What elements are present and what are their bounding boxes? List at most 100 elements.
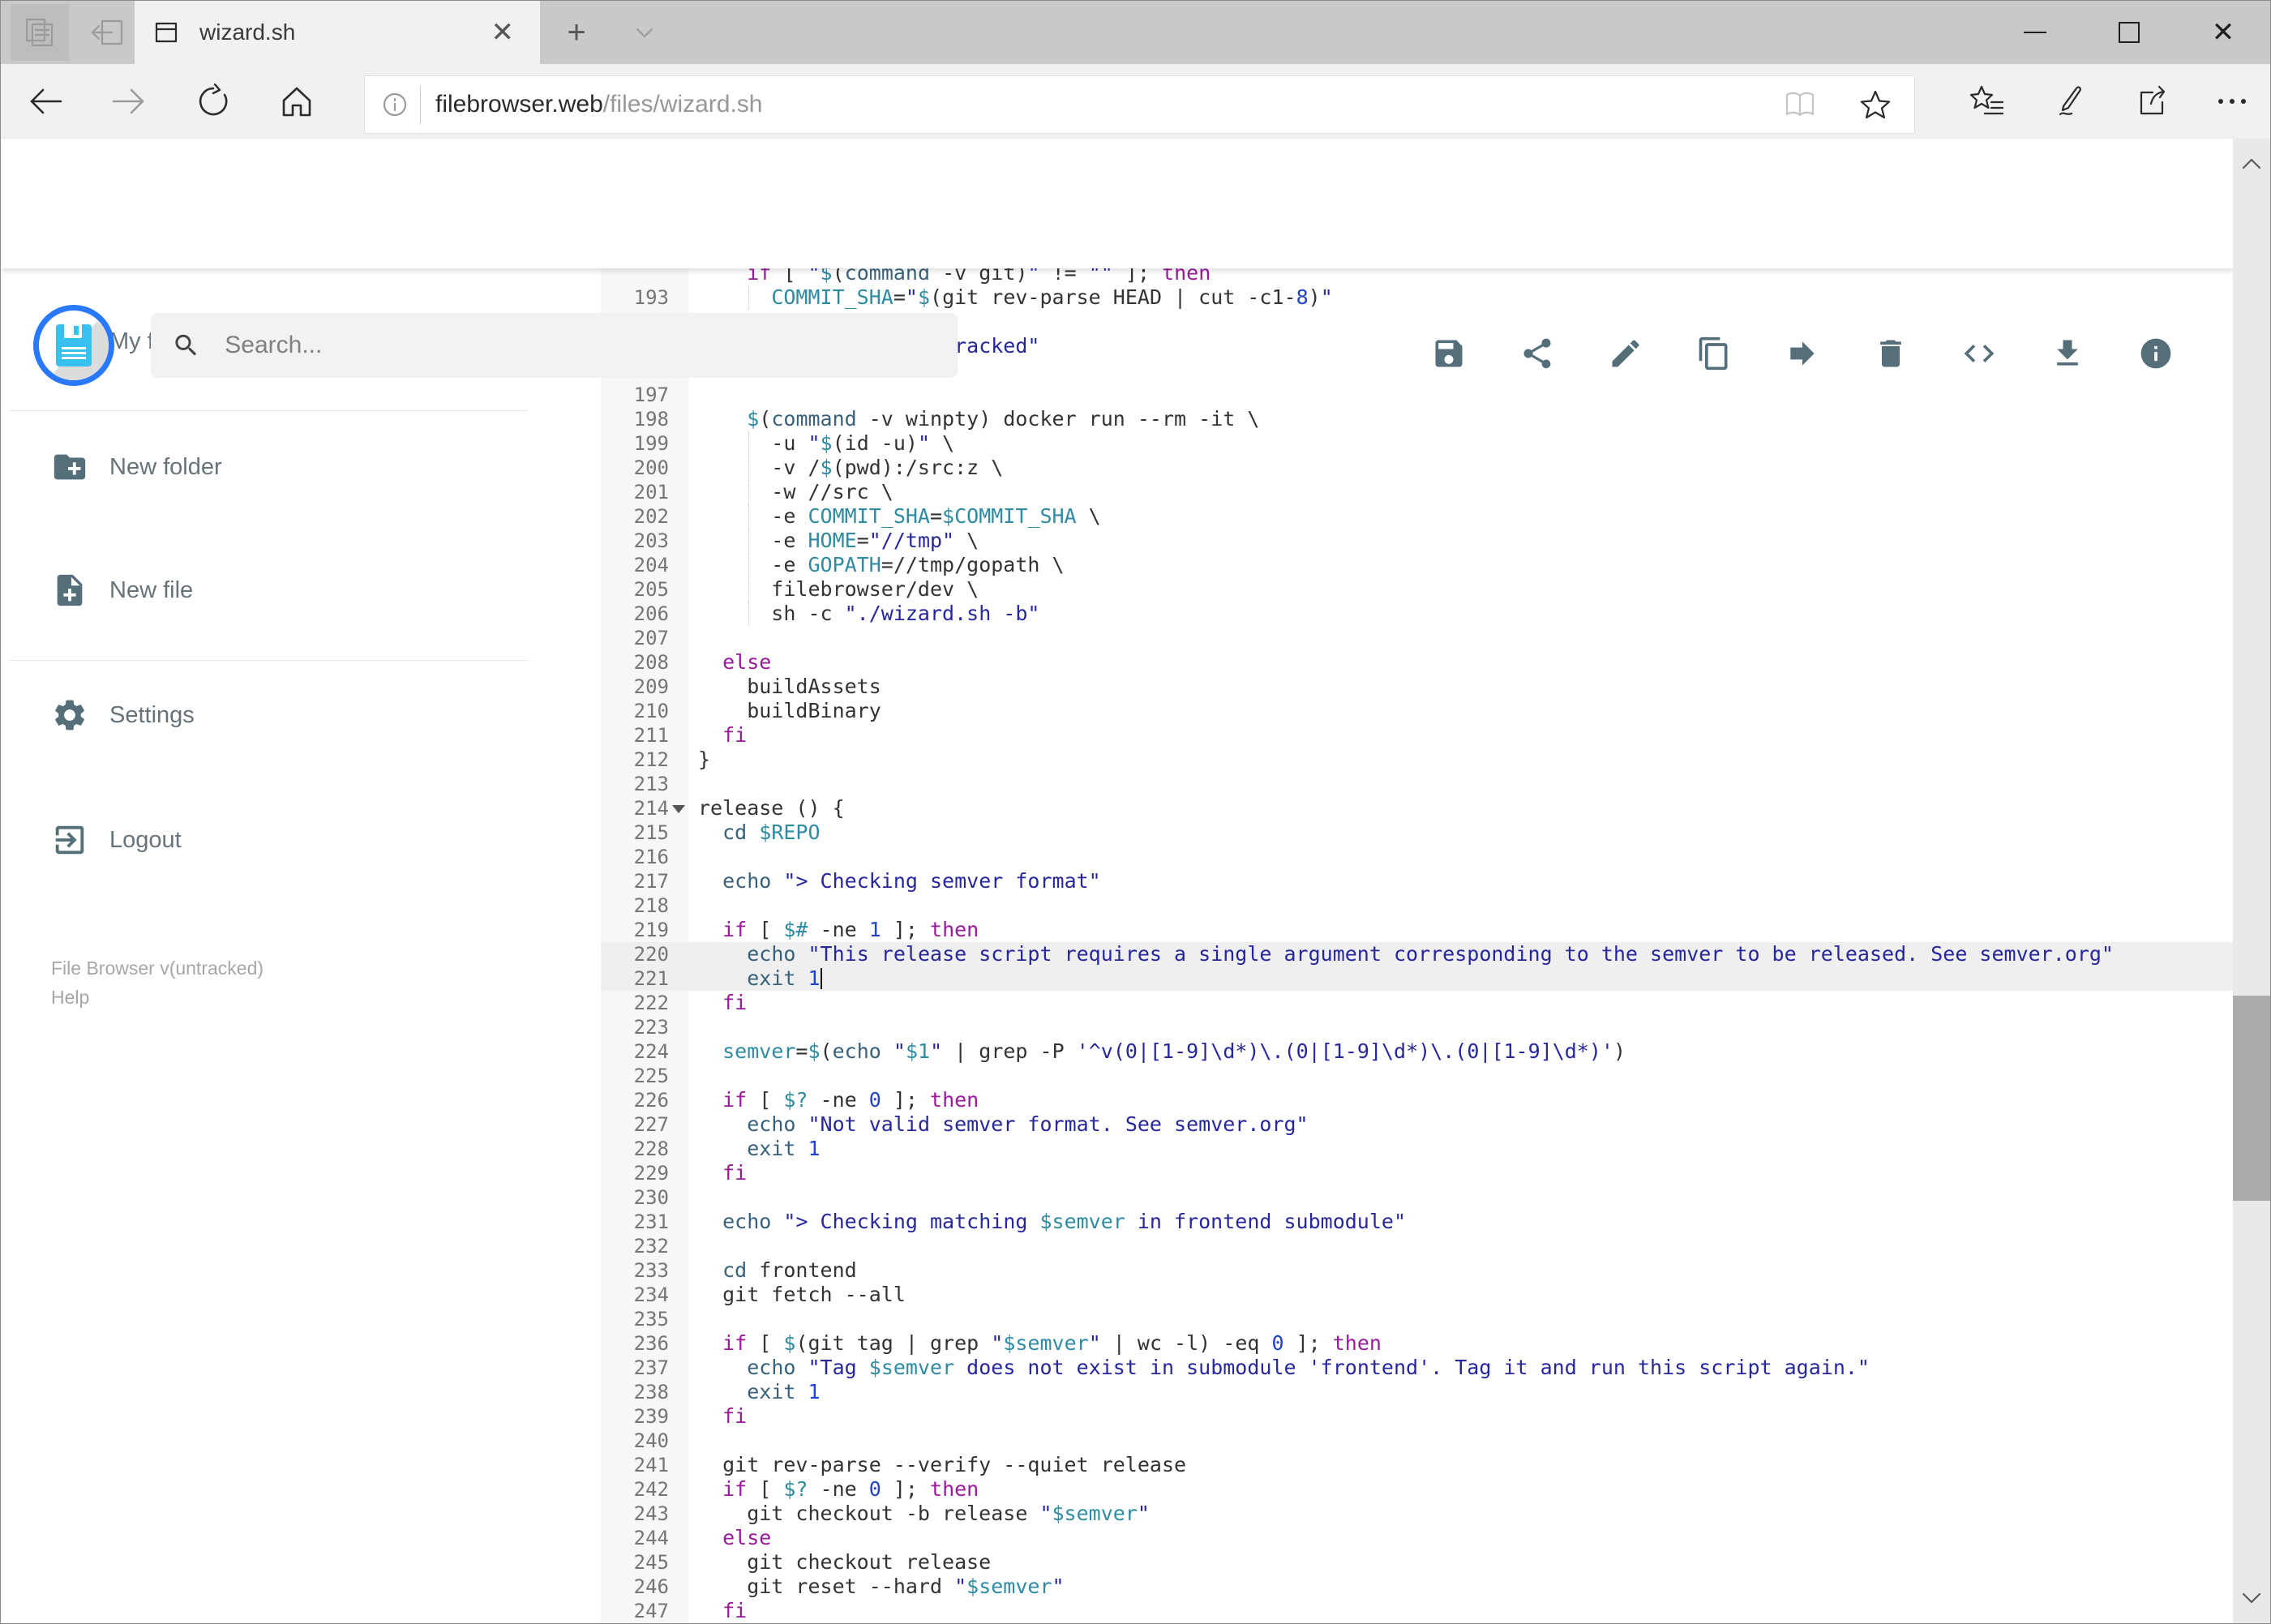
browser-tab[interactable]: wizard.sh ✕ <box>135 1 540 64</box>
line-number: 212 <box>633 748 669 771</box>
code-editor[interactable]: if [ "$(command -v git)" != "" ]; then 19… <box>601 268 2233 1623</box>
minimize-icon <box>2024 32 2046 33</box>
address-bar[interactable]: filebrowser.web/files/wizard.sh <box>364 75 1915 134</box>
minimize-button[interactable] <box>1988 1 2082 64</box>
scroll-up-button[interactable] <box>2233 145 2270 182</box>
refresh-button[interactable] <box>181 64 246 139</box>
more-ellipsis-icon <box>2218 99 2246 104</box>
edit-button[interactable] <box>1608 336 1643 371</box>
sidebar-item-new-file[interactable]: New file <box>1 546 601 635</box>
forward-icon <box>112 88 144 114</box>
site-info-icon[interactable] <box>381 91 409 118</box>
line-number: 230 <box>633 1186 669 1209</box>
line-number: 215 <box>633 821 669 844</box>
line-number: 214 <box>633 797 669 820</box>
home-button[interactable] <box>264 64 329 139</box>
code-line: 232 <box>601 1234 2233 1258</box>
code-line: 244 else <box>601 1526 2233 1550</box>
line-number: 237 <box>633 1356 669 1379</box>
code-line: 241 git rev-parse --verify --quiet relea… <box>601 1453 2233 1477</box>
share-button[interactable] <box>1519 336 1555 371</box>
tab-preview-button[interactable] <box>11 4 69 61</box>
code-line: 238 exit 1 <box>601 1380 2233 1404</box>
close-window-button[interactable]: ✕ <box>2176 1 2270 64</box>
sidebar-item-logout[interactable]: Logout <box>1 795 601 885</box>
code-line: 243 git checkout -b release "$semver" <box>601 1502 2233 1526</box>
annotate-button[interactable] <box>2037 64 2102 139</box>
code-line: 245 git checkout release <box>601 1550 2233 1575</box>
line-number: 242 <box>633 1478 669 1501</box>
line-number: 202 <box>633 505 669 528</box>
scrollbar-thumb[interactable] <box>2233 996 2270 1201</box>
text-cursor <box>820 968 822 989</box>
code-line: 228 exit 1 <box>601 1137 2233 1161</box>
code-line: 226 if [ $? -ne 0 ]; then <box>601 1088 2233 1112</box>
scroll-down-button[interactable] <box>2233 1579 2270 1617</box>
code-line: if [ "$(command -v git)" != "" ]; then <box>747 268 1211 285</box>
line-number: 234 <box>633 1283 669 1306</box>
sidebar-item-settings[interactable]: Settings <box>1 671 601 760</box>
favorite-star-icon[interactable] <box>1859 89 1892 120</box>
forward-button[interactable] <box>96 64 161 139</box>
code-line: 237 echo "Tag $semver does not exist in … <box>601 1356 2233 1380</box>
maximize-button[interactable] <box>2082 1 2176 64</box>
line-number: 208 <box>633 651 669 674</box>
more-button[interactable] <box>2200 64 2265 139</box>
code-line: 198 $(command -v winpty) docker run --rm… <box>601 407 2233 431</box>
line-number: 197 <box>633 384 669 406</box>
line-number: 232 <box>633 1235 669 1258</box>
line-number: 228 <box>633 1138 669 1160</box>
delete-trash-icon <box>1880 340 1901 367</box>
new-tab-button[interactable]: + <box>551 1 602 64</box>
sidebar-item-new-folder[interactable]: New folder <box>1 422 601 512</box>
hub-button[interactable] <box>1955 64 2020 139</box>
chevron-up-icon <box>2242 158 2261 169</box>
url-text: filebrowser.web/files/wizard.sh <box>435 91 763 118</box>
close-tab-icon[interactable]: ✕ <box>485 19 521 46</box>
filebrowser-logo[interactable] <box>33 305 114 386</box>
page-scrollbar[interactable] <box>2233 139 2270 1623</box>
code-line: 223 <box>601 1015 2233 1039</box>
annotate-pen-icon <box>2059 86 2081 116</box>
code-line: 234 git fetch --all <box>601 1283 2233 1307</box>
line-number: 200 <box>633 456 669 479</box>
share-button-browser[interactable] <box>2119 64 2183 139</box>
sidebar-divider <box>9 410 528 411</box>
share-icon <box>2140 85 2166 115</box>
line-number: 198 <box>633 408 669 431</box>
set-tabs-aside-icon <box>91 19 123 45</box>
search-input[interactable] <box>223 331 936 360</box>
line-number: 239 <box>633 1405 669 1428</box>
line-number: 224 <box>633 1040 669 1063</box>
folder-plus-icon <box>54 454 86 480</box>
code-line: 246 git reset --hard "$semver" <box>601 1575 2233 1599</box>
search-bar[interactable] <box>151 313 958 378</box>
move-button[interactable] <box>1785 336 1820 371</box>
address-separator <box>420 85 421 124</box>
code-line: 231 echo "> Checking matching $semver in… <box>601 1210 2233 1234</box>
reading-view-icon[interactable] <box>1783 90 1817 119</box>
line-number: 218 <box>633 894 669 917</box>
line-number: 216 <box>633 846 669 868</box>
line-number: 220 <box>633 943 669 966</box>
code-line: 200 -v /$(pwd):/src:z \ <box>601 456 2233 480</box>
line-number: 238 <box>633 1381 669 1403</box>
download-button[interactable] <box>2050 336 2085 371</box>
sidebar-item-label: New folder <box>109 453 222 480</box>
line-number: 209 <box>633 675 669 698</box>
fold-arrow-icon[interactable] <box>672 805 685 813</box>
copy-button[interactable] <box>1696 336 1732 371</box>
info-button[interactable] <box>2138 336 2174 371</box>
set-tabs-aside-button[interactable] <box>79 4 137 61</box>
tab-list-chevron-button[interactable] <box>619 1 671 64</box>
edit-pencil-icon <box>1612 340 1639 367</box>
line-number: 199 <box>633 432 669 455</box>
save-button[interactable] <box>1431 336 1467 371</box>
back-button[interactable] <box>13 64 78 139</box>
delete-button[interactable] <box>1873 336 1909 371</box>
source-code-button[interactable] <box>1961 336 1997 371</box>
line-number: 245 <box>633 1551 669 1574</box>
page-icon <box>155 22 178 43</box>
line-number: 231 <box>633 1211 669 1233</box>
help-link[interactable]: Help <box>51 987 89 1009</box>
